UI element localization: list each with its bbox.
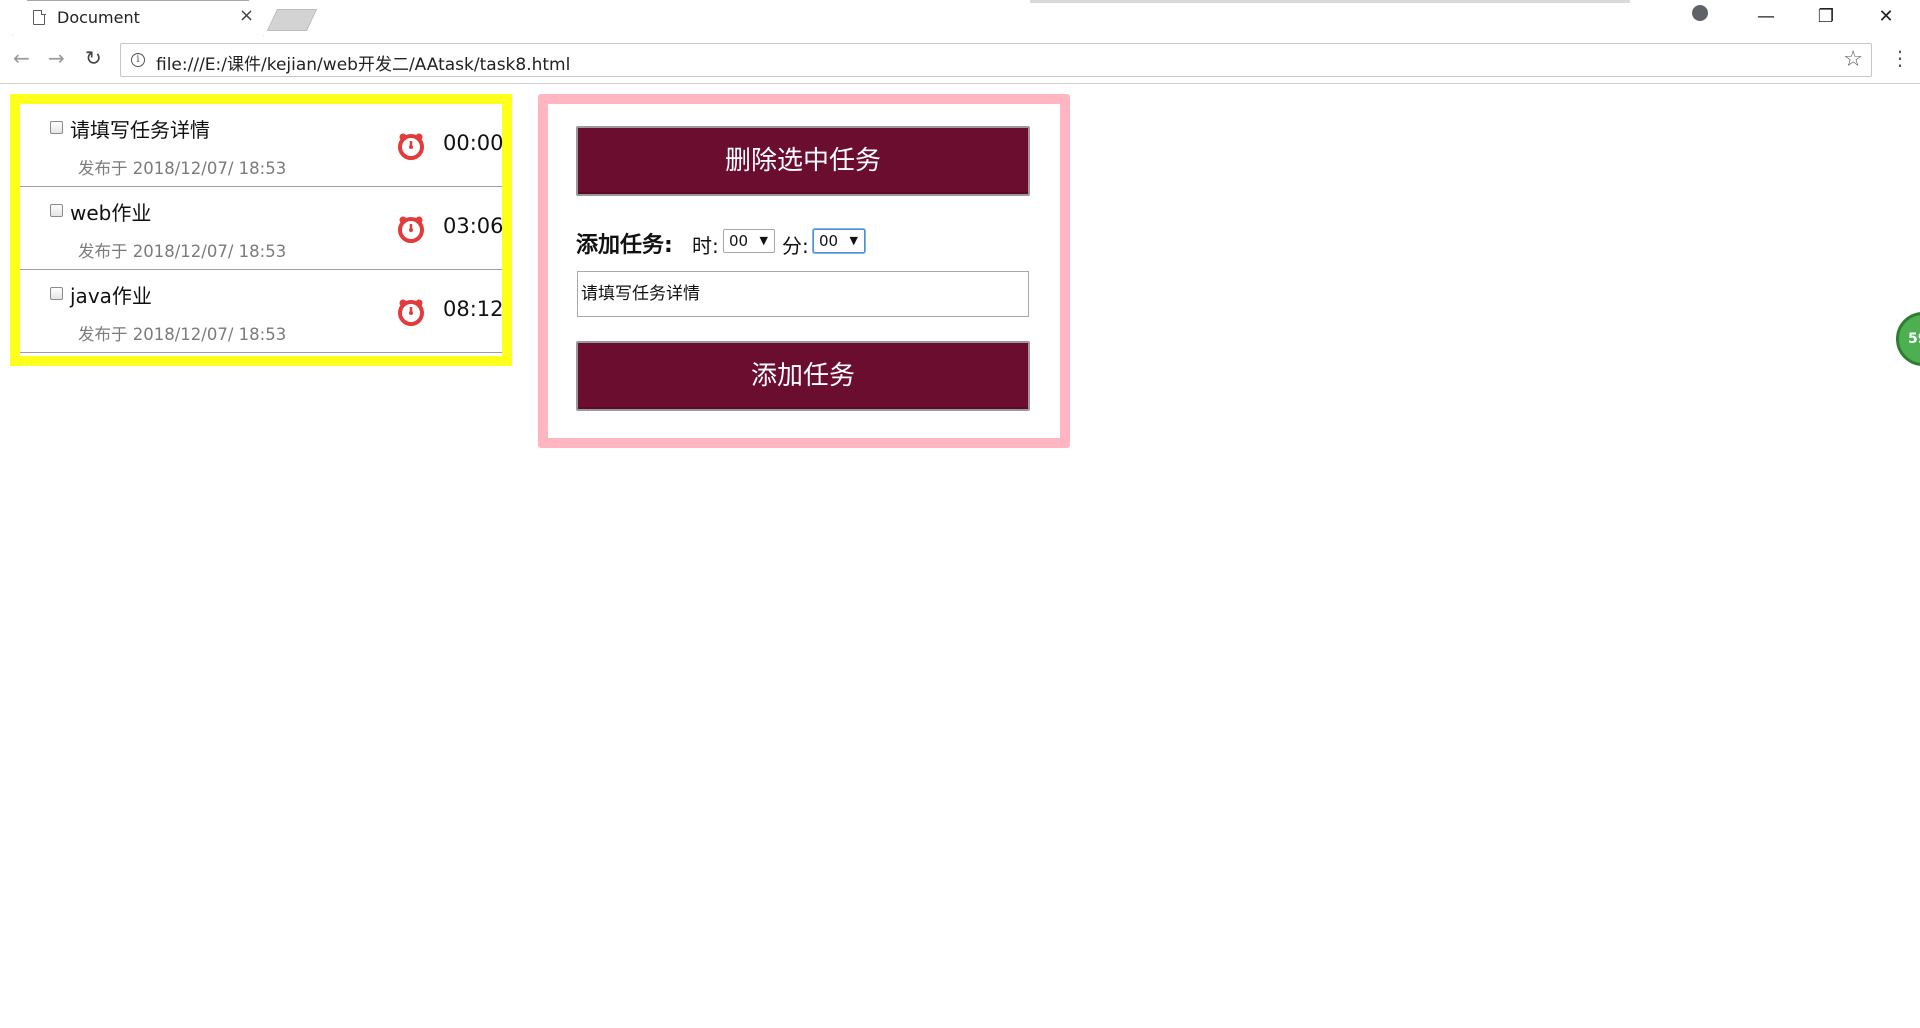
browser-toolbar: ← → ↻ i file:///E:/课件/kejian/web开发二/AAta…	[0, 36, 1920, 84]
dropdown-arrow-icon: ▼	[849, 234, 858, 247]
task-control-panel: 删除选中任务 添加任务: 时: 00 ▼ 分: 00 ▼ 请填写任务详情 添加任…	[538, 94, 1070, 448]
task-checkbox[interactable]	[50, 287, 63, 300]
back-icon[interactable]: ←	[13, 48, 30, 68]
task-item: web作业 发布于 2018/12/07/ 18:53 03:06	[20, 187, 504, 270]
floating-badge[interactable]: 59	[1896, 312, 1920, 366]
info-icon[interactable]: i	[131, 53, 145, 67]
menu-icon[interactable]: ⋮	[1890, 48, 1910, 68]
task-time: 00:00	[443, 131, 504, 155]
url-text[interactable]: file:///E:/课件/kejian/web开发二/AAtask/task8…	[156, 50, 570, 75]
overlay-strip	[1030, 0, 1630, 3]
add-task-label: 添加任务:	[576, 233, 673, 258]
task-detail-input[interactable]: 请填写任务详情	[577, 271, 1029, 317]
dropdown-arrow-icon: ▼	[759, 234, 768, 247]
task-checkbox[interactable]	[50, 204, 63, 217]
delete-selected-button[interactable]: 删除选中任务	[576, 126, 1030, 196]
hour-label: 时:	[692, 234, 719, 258]
window-close-button[interactable]: ✕	[1871, 4, 1901, 30]
document-icon	[33, 9, 46, 25]
task-title: 请填写任务详情	[70, 118, 210, 142]
task-checkbox[interactable]	[50, 121, 63, 134]
restore-button[interactable]: ❐	[1811, 4, 1841, 30]
task-date: 发布于 2018/12/07/ 18:53	[78, 242, 287, 261]
alarm-clock-icon	[398, 299, 424, 326]
task-list-panel: 请填写任务详情 发布于 2018/12/07/ 18:53 00:00 web作…	[10, 94, 512, 366]
task-time: 08:12	[443, 297, 504, 321]
task-item: java作业 发布于 2018/12/07/ 18:53 08:12	[20, 270, 504, 353]
profile-icon[interactable]	[1692, 5, 1708, 21]
task-time: 03:06	[443, 214, 504, 238]
task-date: 发布于 2018/12/07/ 18:53	[78, 159, 287, 178]
minimize-button[interactable]: —	[1751, 4, 1781, 30]
forward-icon[interactable]: →	[48, 48, 65, 68]
star-icon[interactable]: ☆	[1843, 47, 1863, 73]
minute-select-value: 00	[819, 232, 839, 250]
browser-tab[interactable]: Document ×	[12, 0, 264, 37]
tab-strip: Document × — ❐ ✕	[0, 0, 1920, 37]
add-task-button[interactable]: 添加任务	[576, 341, 1030, 411]
hour-select-value: 00	[729, 232, 749, 250]
reload-icon[interactable]: ↻	[85, 48, 102, 68]
task-date: 发布于 2018/12/07/ 18:53	[78, 325, 287, 344]
task-title: java作业	[70, 284, 152, 308]
alarm-clock-icon	[398, 133, 424, 160]
new-tab-button[interactable]	[266, 9, 318, 31]
minute-select[interactable]: 00 ▼	[813, 229, 865, 253]
address-bar[interactable]: i file:///E:/课件/kejian/web开发二/AAtask/tas…	[120, 43, 1872, 77]
minute-label: 分:	[782, 234, 809, 258]
task-item: 请填写任务详情 发布于 2018/12/07/ 18:53 00:00	[20, 104, 504, 187]
alarm-clock-icon	[398, 216, 424, 243]
hour-select[interactable]: 00 ▼	[723, 229, 775, 253]
task-title: web作业	[70, 201, 152, 225]
tab-title: Document	[57, 8, 140, 27]
tab-close-icon[interactable]: ×	[239, 7, 254, 25]
